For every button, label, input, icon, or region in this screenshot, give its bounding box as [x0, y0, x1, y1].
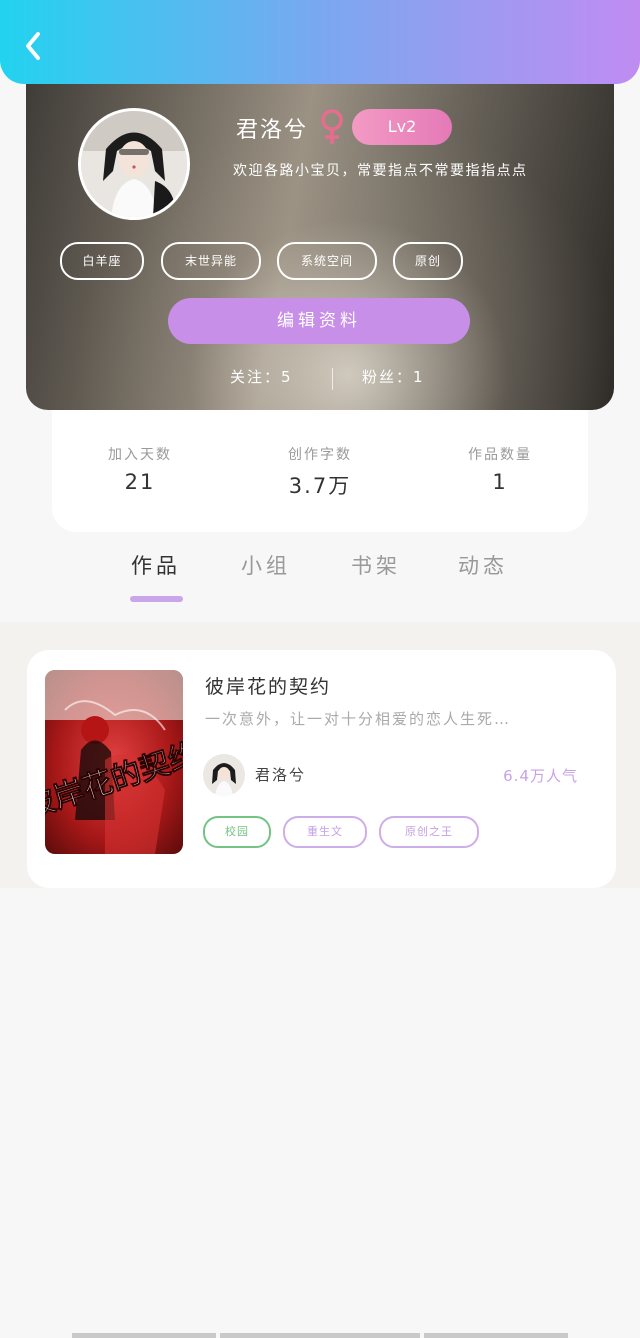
edit-profile-button[interactable]: 编辑资料: [168, 298, 470, 344]
level-badge: Lv2: [352, 109, 452, 145]
book-cover[interactable]: 彼岸花的契约: [45, 670, 183, 854]
stats-card: 加入天数 21 创作字数 3.7万 作品数量 1: [52, 410, 588, 532]
work-tag[interactable]: 重生文: [283, 816, 367, 848]
profile-tag[interactable]: 白羊座: [60, 242, 144, 280]
follow-stats: 关注：5 粉丝：1: [26, 366, 614, 394]
bio-text: 欢迎各路小宝贝，常要指点不常要指指点点: [233, 163, 528, 179]
stat-label: 作品数量: [468, 447, 532, 463]
author-avatar-image: [203, 754, 245, 796]
header-bar: [0, 0, 640, 84]
navigation-gesture-bar: [72, 1333, 572, 1338]
profile-tag[interactable]: 系统空间: [277, 242, 377, 280]
profile-card: 君洛兮 Lv2 欢迎各路小宝贝，常要指点不常要指指点点 白羊座 末世异能 系统空…: [26, 60, 614, 410]
author-avatar[interactable]: [203, 754, 245, 796]
work-tag[interactable]: 原创之王: [379, 816, 479, 848]
stat-label: 加入天数: [108, 447, 172, 463]
following-count[interactable]: 关注：5: [230, 366, 293, 387]
avatar[interactable]: [78, 108, 190, 220]
chevron-left-icon: [26, 32, 40, 60]
back-button[interactable]: [18, 28, 48, 64]
stat-join-days: 加入天数 21: [60, 444, 220, 494]
gesture-bar-segment: [220, 1333, 420, 1338]
tab-works[interactable]: 作品: [116, 550, 196, 580]
female-icon: [321, 109, 343, 144]
avatar-image: [81, 111, 187, 217]
work-tag[interactable]: 校园: [203, 816, 271, 848]
tab-groups[interactable]: 小组: [226, 550, 306, 580]
work-description: 一次意外，让一对十分相爱的恋人生死…: [205, 710, 512, 728]
stat-label: 创作字数: [288, 447, 352, 463]
divider: [332, 368, 333, 390]
gesture-bar-segment: [424, 1333, 568, 1338]
author-name[interactable]: 君洛兮: [255, 764, 306, 785]
popularity-count: 6.4万人气: [503, 767, 578, 785]
fans-count[interactable]: 粉丝：1: [362, 366, 425, 387]
stat-value: 3.7万: [288, 474, 352, 498]
work-title[interactable]: 彼岸花的契约: [205, 672, 331, 699]
book-cover-image: 彼岸花的契约: [45, 670, 183, 854]
stat-value: 21: [124, 470, 156, 494]
tab-indicator: [130, 596, 183, 602]
profile-tag[interactable]: 原创: [393, 242, 463, 280]
tab-bar: 作品 小组 书架 动态: [0, 550, 640, 606]
stat-value: 1: [492, 470, 508, 494]
work-card[interactable]: 彼岸花的契约 彼岸花的契约 一次意外，让一对十分相爱的恋人生死… 君洛兮 6.4…: [27, 650, 616, 888]
stat-works-count: 作品数量 1: [420, 444, 580, 494]
tab-activity[interactable]: 动态: [443, 550, 523, 580]
stat-word-count: 创作字数 3.7万: [240, 444, 400, 500]
username: 君洛兮: [236, 118, 309, 143]
profile-tag[interactable]: 末世异能: [161, 242, 261, 280]
gesture-bar-segment: [72, 1333, 216, 1338]
tab-bookshelf[interactable]: 书架: [336, 550, 416, 580]
